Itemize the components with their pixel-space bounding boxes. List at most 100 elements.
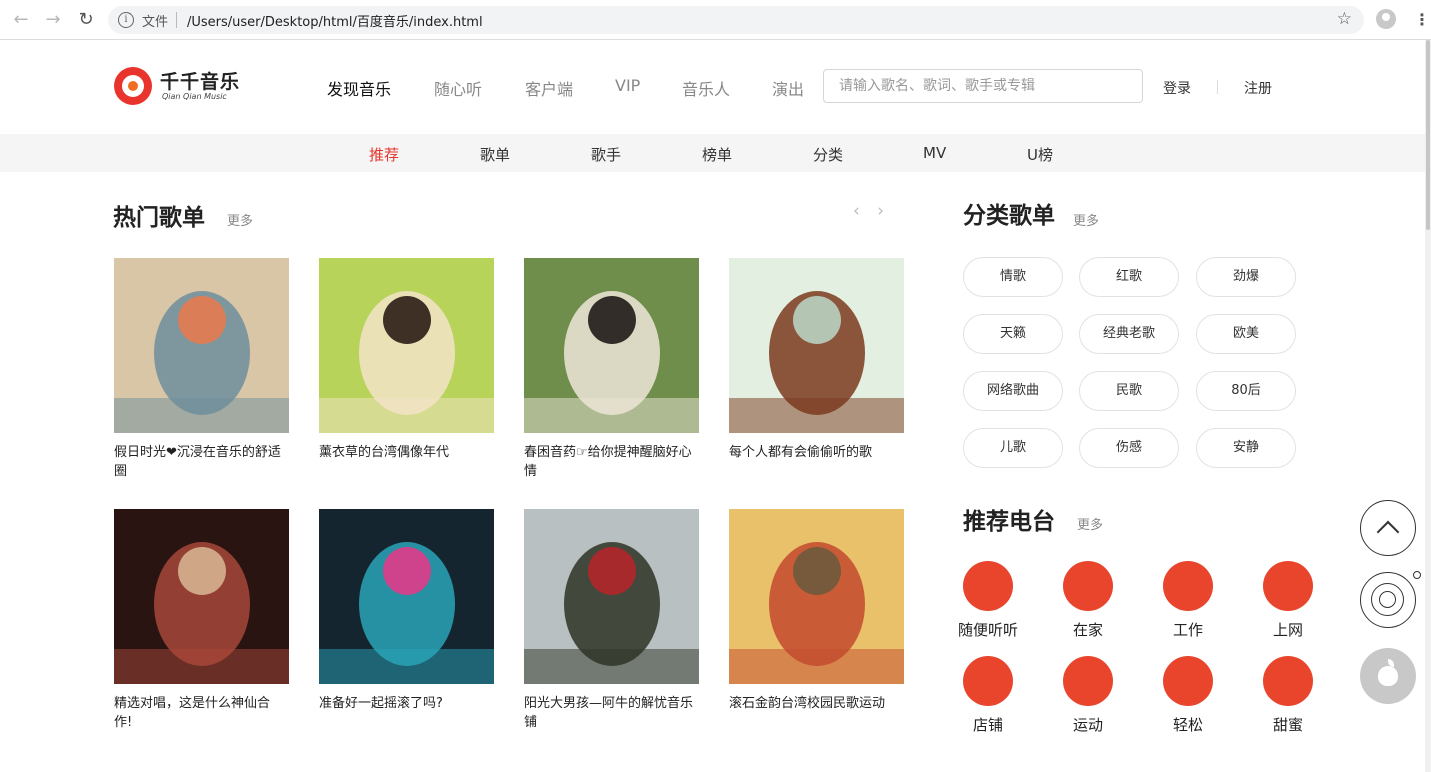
playlist-card[interactable]: 阳光大男孩—阿牛的解忧音乐铺 — [524, 509, 699, 732]
radio-title: 推荐电台 — [963, 509, 1055, 535]
logo-subtitle: Qian Qian Music — [162, 92, 227, 101]
radio-item[interactable]: 轻松 — [1148, 656, 1228, 735]
playlist-cover[interactable] — [729, 258, 904, 433]
radio-item[interactable]: 在家 — [1048, 561, 1128, 640]
carousel-arrows-icon[interactable]: ‹ › — [853, 201, 890, 221]
forward-icon[interactable]: → — [41, 8, 65, 32]
playlist-title[interactable]: 假日时光❤沉浸在音乐的舒适圈 — [114, 443, 284, 481]
radio-cover[interactable] — [963, 561, 1013, 611]
category-tag[interactable]: 红歌 — [1079, 257, 1179, 297]
radio-cover[interactable] — [1063, 656, 1113, 706]
radio-item[interactable]: 上网 — [1248, 561, 1328, 640]
playlist-card[interactable]: 薰衣草的台湾偶像年代 — [319, 258, 494, 462]
playlist-card[interactable]: 滚石金韵台湾校园民歌运动 — [729, 509, 904, 713]
category-tag[interactable]: 儿歌 — [963, 428, 1063, 468]
menu-icon[interactable]: ⋮ — [1414, 8, 1430, 32]
category-tag[interactable]: 伤感 — [1079, 428, 1179, 468]
tab-playlists[interactable]: 歌单 — [480, 144, 510, 165]
radio-cover[interactable] — [1163, 561, 1213, 611]
playlist-card[interactable]: 春困音药☞给你提神醒脑好心情 — [524, 258, 699, 481]
scheme-label: 文件 — [142, 15, 169, 30]
tab-categories[interactable]: 分类 — [813, 144, 843, 165]
radio-cover[interactable] — [963, 656, 1013, 706]
playlist-title[interactable]: 每个人都有会偷偷听的歌 — [729, 443, 899, 462]
login-link[interactable]: 登录 — [1163, 78, 1191, 98]
playlist-title[interactable]: 准备好一起摇滚了吗? — [319, 694, 489, 713]
main-nav-musician[interactable]: 音乐人 — [682, 76, 730, 100]
disc-pin-icon — [1413, 571, 1421, 579]
info-icon[interactable]: i — [118, 12, 134, 28]
tab-recommend[interactable]: 推荐 — [369, 144, 399, 165]
category-tag[interactable]: 网络歌曲 — [963, 371, 1063, 411]
playlist-cover[interactable] — [319, 509, 494, 684]
hot-playlists-more-link[interactable]: 更多 — [227, 210, 253, 229]
category-tag[interactable]: 民歌 — [1079, 371, 1179, 411]
playlist-cover[interactable] — [524, 509, 699, 684]
sub-nav: 推荐 歌单 歌手 榜单 分类 MV U榜 — [0, 134, 1425, 172]
radio-label: 店铺 — [972, 716, 1003, 734]
playlist-card[interactable]: 精选对唱，这是什么神仙合作! — [114, 509, 289, 732]
back-icon[interactable]: ← — [9, 8, 33, 32]
apple-icon — [1378, 666, 1398, 686]
playlist-title[interactable]: 阳光大男孩—阿牛的解忧音乐铺 — [524, 694, 694, 732]
url-text[interactable]: /Users/user/Desktop/html/百度音乐/index.html — [187, 11, 483, 30]
radio-cover[interactable] — [1263, 561, 1313, 611]
tab-mv[interactable]: MV — [923, 144, 946, 162]
category-tag[interactable]: 欧美 — [1196, 314, 1296, 354]
category-tag[interactable]: 劲爆 — [1196, 257, 1296, 297]
back-to-top-button[interactable] — [1360, 500, 1416, 556]
radio-cover[interactable] — [1163, 656, 1213, 706]
playlist-cover[interactable] — [114, 258, 289, 433]
radio-item[interactable]: 店铺 — [948, 656, 1028, 735]
playlist-title[interactable]: 春困音药☞给你提神醒脑好心情 — [524, 443, 694, 481]
radio-more-link[interactable]: 更多 — [1077, 514, 1103, 533]
playlist-title[interactable]: 薰衣草的台湾偶像年代 — [319, 443, 489, 462]
tab-charts[interactable]: 榜单 — [702, 144, 732, 165]
star-icon[interactable]: ☆ — [1337, 9, 1352, 29]
category-tag[interactable]: 安静 — [1196, 428, 1296, 468]
music-disc-button[interactable] — [1360, 571, 1421, 628]
address-bar[interactable]: i 文件 /Users/user/Desktop/html/百度音乐/index… — [108, 6, 1364, 34]
radio-label: 随便听听 — [957, 621, 1018, 639]
profile-icon[interactable] — [1376, 9, 1396, 29]
category-tag[interactable]: 天籁 — [963, 314, 1063, 354]
playlist-cover[interactable] — [729, 509, 904, 684]
playlist-title[interactable]: 滚石金韵台湾校园民歌运动 — [729, 694, 899, 713]
playlist-card[interactable]: 假日时光❤沉浸在音乐的舒适圈 — [114, 258, 289, 481]
radio-cover[interactable] — [1263, 656, 1313, 706]
category-playlists-more-link[interactable]: 更多 — [1073, 210, 1099, 229]
search-input[interactable] — [823, 69, 1143, 103]
register-link[interactable]: 注册 — [1244, 78, 1272, 98]
category-playlists-title: 分类歌单 — [963, 203, 1055, 229]
radio-item[interactable]: 工作 — [1148, 561, 1228, 640]
category-tag[interactable]: 经典老歌 — [1079, 314, 1179, 354]
hot-playlists-title: 热门歌单 — [113, 205, 205, 231]
reload-icon[interactable]: ↻ — [74, 8, 98, 32]
tab-singers[interactable]: 歌手 — [591, 144, 621, 165]
playlist-cover[interactable] — [319, 258, 494, 433]
main-nav-discover[interactable]: 发现音乐 — [327, 76, 391, 100]
playlist-title[interactable]: 精选对唱，这是什么神仙合作! — [114, 694, 284, 732]
scrollbar-thumb[interactable] — [1426, 40, 1430, 230]
main-nav-shows[interactable]: 演出 — [772, 76, 804, 100]
main-nav-client[interactable]: 客户端 — [525, 76, 573, 100]
playlist-cover[interactable] — [524, 258, 699, 433]
tab-u-chart[interactable]: U榜 — [1027, 144, 1053, 165]
category-tag[interactable]: 情歌 — [963, 257, 1063, 297]
main-nav-radio[interactable]: 随心听 — [434, 76, 482, 100]
page-scrollbar[interactable] — [1425, 40, 1431, 772]
logo-name: 千千音乐 — [160, 71, 241, 93]
radio-item[interactable]: 甜蜜 — [1248, 656, 1328, 735]
radio-label: 上网 — [1272, 621, 1303, 639]
radio-item[interactable]: 随便听听 — [948, 561, 1028, 640]
site-logo[interactable]: 千千音乐 Qian Qian Music — [114, 65, 244, 107]
playlist-card[interactable]: 准备好一起摇滚了吗? — [319, 509, 494, 713]
playlist-card[interactable]: 每个人都有会偷偷听的歌 — [729, 258, 904, 462]
main-nav-vip[interactable]: VIP — [615, 76, 640, 95]
radio-cover[interactable] — [1063, 561, 1113, 611]
radio-label: 运动 — [1072, 716, 1103, 734]
apple-download-button[interactable] — [1360, 648, 1416, 704]
category-tag[interactable]: 80后 — [1196, 371, 1296, 411]
playlist-cover[interactable] — [114, 509, 289, 684]
radio-item[interactable]: 运动 — [1048, 656, 1128, 735]
